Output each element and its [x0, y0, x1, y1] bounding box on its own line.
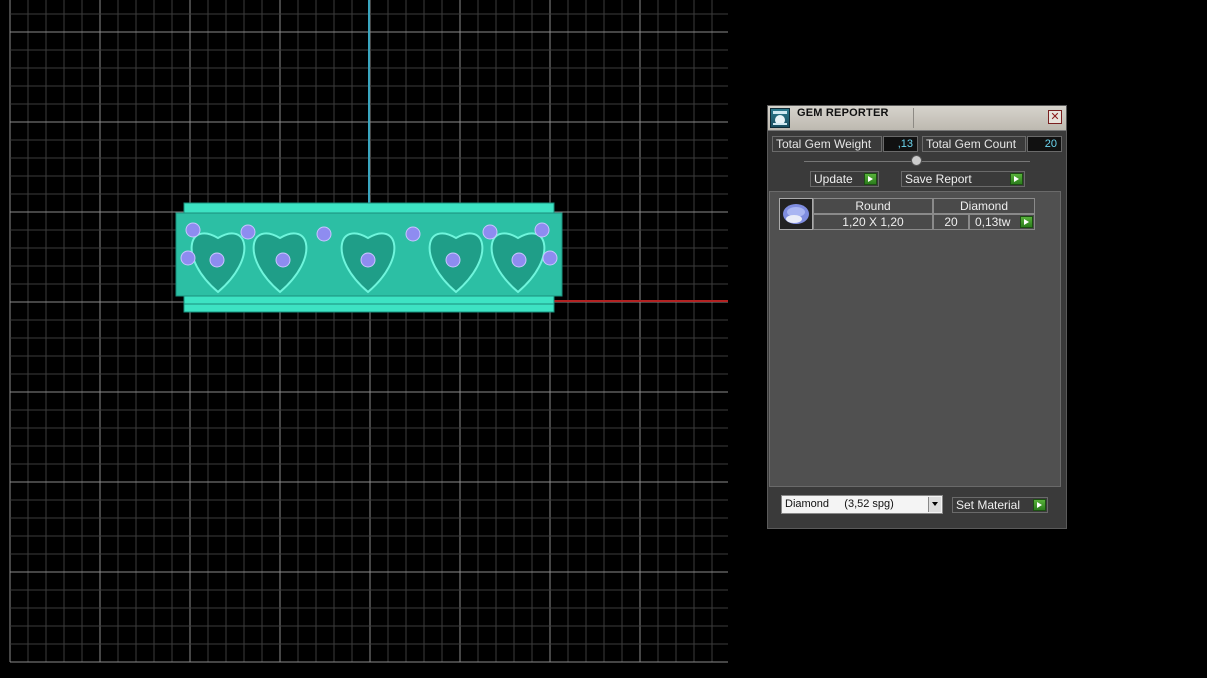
material-header: Diamond: [933, 198, 1035, 214]
diamond-gem: [482, 224, 498, 240]
set-material-button-label: Set Material: [956, 498, 1021, 512]
gem-size-cell: 1,20 X 1,20: [813, 214, 933, 230]
diamond-gem: [405, 226, 421, 242]
play-arrow-icon[interactable]: [864, 173, 877, 185]
gem-list-panel[interactable]: Round Diamond 1,20 X 1,20 20 0,13tw: [769, 191, 1061, 487]
gem-reporter-logo-icon: [770, 108, 790, 128]
gem-count-cell: 20: [933, 214, 969, 230]
diamond-gem: [360, 252, 376, 268]
window-title: GEM REPORTER: [797, 107, 889, 119]
play-arrow-icon[interactable]: [1033, 499, 1046, 511]
update-button-label: Update: [814, 172, 853, 186]
round-gem-icon[interactable]: [779, 198, 813, 230]
crown-ring-model[interactable]: [175, 202, 563, 313]
gem-weight-cell[interactable]: 0,13tw: [969, 214, 1035, 230]
diamond-gem: [209, 252, 225, 268]
save-report-button[interactable]: Save Report: [901, 171, 1025, 187]
play-arrow-icon[interactable]: [1020, 216, 1033, 228]
material-select-value: Diamond (3,52 spg): [785, 498, 894, 510]
gem-reporter-window: GEM REPORTER ✕ Total Gem Weight ,13 Tota…: [767, 105, 1067, 529]
diamond-gem: [542, 250, 558, 266]
set-material-button[interactable]: Set Material: [952, 497, 1048, 513]
diamond-gem: [180, 250, 196, 266]
gem-weight-value: 0,13tw: [975, 215, 1011, 229]
diamond-gem: [316, 226, 332, 242]
diamond-gem: [534, 222, 550, 238]
chevron-down-icon[interactable]: [928, 497, 941, 512]
diamond-gem: [185, 222, 201, 238]
total-gem-weight-label: Total Gem Weight: [772, 136, 882, 152]
total-gem-count-value: 20: [1027, 136, 1062, 152]
title-bar[interactable]: GEM REPORTER ✕: [768, 106, 1066, 131]
diamond-gem: [275, 252, 291, 268]
shape-header: Round: [813, 198, 933, 214]
diamond-gem: [511, 252, 527, 268]
total-gem-weight-value: ,13: [883, 136, 918, 152]
play-arrow-icon[interactable]: [1010, 173, 1023, 185]
update-button[interactable]: Update: [810, 171, 879, 187]
slider-handle[interactable]: [911, 155, 922, 166]
viewport-canvas[interactable]: [0, 0, 740, 678]
upper-rim: [183, 202, 555, 214]
3d-viewport[interactable]: [0, 0, 740, 678]
material-select[interactable]: Diamond (3,52 spg): [781, 495, 943, 514]
save-report-button-label: Save Report: [905, 172, 972, 186]
close-button[interactable]: ✕: [1048, 110, 1062, 124]
diamond-gem: [445, 252, 461, 268]
diamond-gem: [240, 224, 256, 240]
total-gem-count-label: Total Gem Count: [922, 136, 1026, 152]
title-divider: [913, 108, 914, 128]
